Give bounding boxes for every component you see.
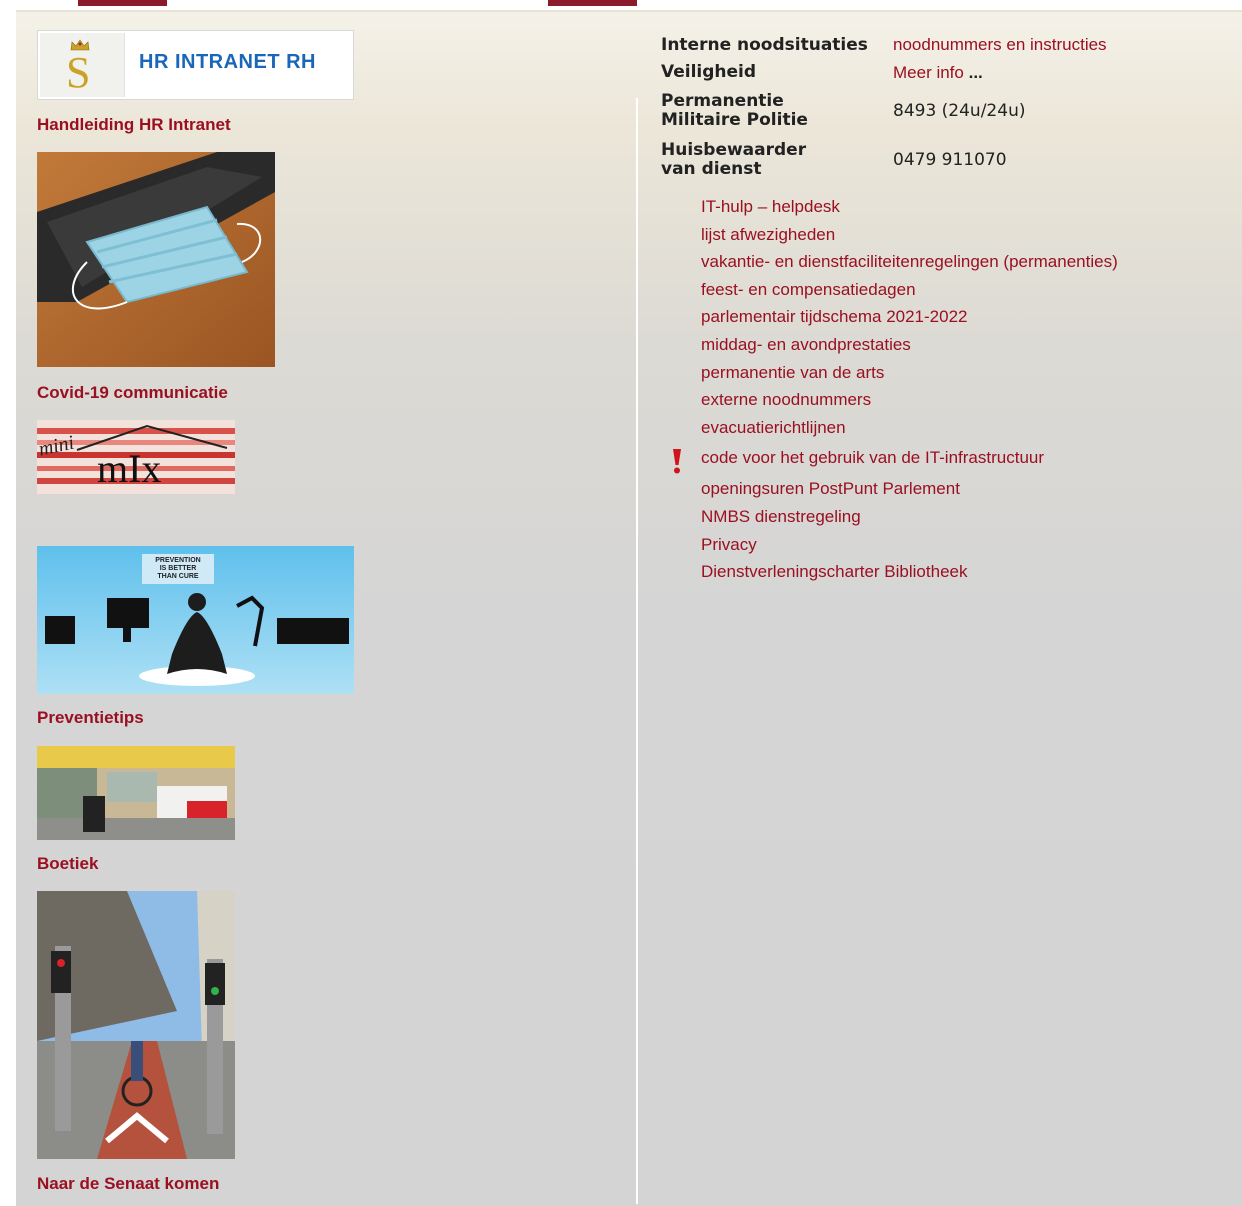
meditation-picture: PREVENTION IS BETTER THAN CURE [37, 546, 354, 694]
link-parliamentary-schedule[interactable]: parlementair tijdschema 2021-2022 [701, 303, 1118, 331]
nav-tab-marker[interactable] [548, 0, 637, 6]
covid-image[interactable] [37, 152, 275, 367]
link-holiday-regulations[interactable]: vakantie- en dienstfaciliteitenregelinge… [701, 248, 1118, 276]
exclamation-icon [673, 449, 681, 474]
covid-link[interactable]: Covid-19 communicatie [37, 383, 228, 403]
emergency-numbers-link[interactable]: noodnummers en instructies [893, 35, 1107, 55]
boetiek-image[interactable] [37, 746, 235, 840]
link-doctor-on-call[interactable]: permanentie van de arts [701, 359, 1118, 387]
senate-link[interactable]: Naar de Senaat komen [37, 1174, 219, 1194]
shop-interior-picture [37, 746, 235, 840]
info-label-emergencies: Interne noodsituaties [661, 35, 868, 55]
senate-emblem: S [40, 33, 125, 97]
minimix-logo: mini mIx [37, 420, 235, 494]
keyboard-mask-picture [37, 152, 275, 367]
more-info-text: Meer info [893, 63, 964, 82]
more-info-ellipsis: ... [968, 63, 983, 82]
label-line: Permanentie [661, 91, 784, 111]
label-line: Huisbewaarder [661, 140, 807, 160]
link-external-emergency[interactable]: externe noodnummers [701, 386, 1118, 414]
link-absences[interactable]: lijst afwezigheden [701, 221, 1118, 249]
svg-text:IS BETTER: IS BETTER [160, 565, 197, 572]
military-police-number: 8493 (24u/24u) [893, 101, 1026, 121]
hr-intranet-logo[interactable]: S HR INTRANET RH [37, 30, 354, 100]
link-library-charter[interactable]: Dienstverleningscharter Bibliotheek [701, 558, 1118, 586]
svg-text:mIx: mIx [97, 446, 161, 491]
info-label-military-police: Permanentie Militaire Politie [661, 92, 808, 130]
boetiek-link[interactable]: Boetiek [37, 854, 98, 874]
link-holidays-compensation[interactable]: feest- en compensatiedagen [701, 276, 1118, 304]
nav-tab-marker[interactable] [78, 0, 167, 6]
label-line: Militaire Politie [661, 110, 808, 130]
info-label-caretaker: Huisbewaarder van dienst [661, 141, 806, 179]
link-postpunt-hours[interactable]: openingsuren PostPunt Parlement [701, 475, 1118, 503]
senate-access-image[interactable] [37, 891, 235, 1159]
column-divider [636, 98, 638, 1204]
link-privacy[interactable]: Privacy [701, 531, 1118, 559]
svg-text:THAN CURE: THAN CURE [157, 573, 199, 580]
top-bar [0, 0, 1242, 10]
svg-text:PREVENTION: PREVENTION [155, 557, 201, 564]
security-more-info-link[interactable]: Meer info ... [893, 63, 983, 83]
manual-link[interactable]: Handleiding HR Intranet [37, 115, 231, 135]
prevention-link[interactable]: Preventietips [37, 708, 144, 728]
info-label-security: Veiligheid [661, 62, 757, 82]
label-line: van dienst [661, 159, 762, 179]
caretaker-number: 0479 911070 [893, 150, 1007, 170]
prevention-image[interactable]: PREVENTION IS BETTER THAN CURE [37, 546, 354, 694]
minimix-banner[interactable]: mini mIx [37, 420, 235, 494]
emblem-letter: S [66, 48, 91, 97]
bike-path-picture [37, 891, 235, 1159]
link-it-code[interactable]: code voor het gebruik van de IT-infrastr… [701, 441, 1118, 475]
link-it-helpdesk[interactable]: IT-hulp – helpdesk [701, 193, 1118, 221]
quick-links-list: IT-hulp – helpdesk lijst afwezigheden va… [701, 193, 1118, 586]
link-nmbs-timetable[interactable]: NMBS dienstregeling [701, 503, 1118, 531]
link-evacuation[interactable]: evacuatierichtlijnen [701, 414, 1118, 442]
link-midday-evening[interactable]: middag- en avondprestaties [701, 331, 1118, 359]
logo-text: HR INTRANET RH [139, 51, 316, 73]
